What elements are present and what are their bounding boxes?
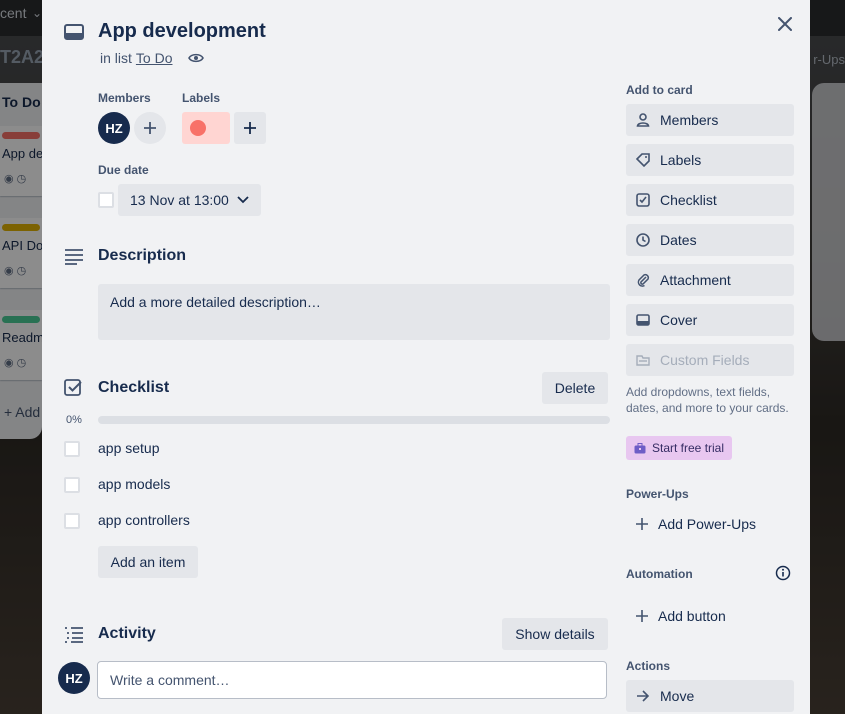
eye-icon[interactable] — [188, 52, 205, 64]
in-list-prefix: in list — [100, 50, 132, 66]
delete-checklist-button[interactable]: Delete — [542, 372, 608, 404]
add-checklist-item-button[interactable]: Add an item — [98, 546, 198, 578]
due-date-value: 13 Nov at 13:00 — [130, 192, 229, 208]
sidebar-button-label: Custom Fields — [660, 352, 750, 368]
sidebar-button-label: Attachment — [660, 272, 731, 288]
close-icon — [778, 17, 792, 31]
sidebar-button-label: Dates — [660, 232, 697, 248]
due-date-checkbox[interactable] — [98, 192, 114, 208]
list-link[interactable]: To Do — [136, 50, 173, 66]
move-button[interactable]: Move — [626, 680, 794, 712]
card-list-info: in list To Do — [100, 50, 205, 66]
sidebar-attachment-button[interactable]: Attachment — [626, 264, 794, 296]
add-power-ups-button[interactable]: Add Power-Ups — [626, 508, 794, 540]
label-chip[interactable] — [182, 112, 230, 144]
move-label: Move — [660, 688, 695, 704]
tag-icon — [636, 153, 650, 167]
sidebar-dates-button[interactable]: Dates — [626, 224, 794, 256]
card-icon — [64, 24, 84, 40]
checklist-item[interactable]: app setup — [98, 440, 160, 456]
sidebar-button-label: Cover — [660, 312, 698, 328]
sidebar-cover-button[interactable]: Cover — [626, 304, 794, 336]
sidebar-labels-button[interactable]: Labels — [626, 144, 794, 176]
checklist-item-checkbox[interactable] — [64, 477, 80, 493]
power-ups-heading: Power-Ups — [626, 487, 689, 501]
trial-label: Start free trial — [652, 441, 725, 455]
avatar[interactable]: HZ — [98, 112, 130, 144]
add-to-card-heading: Add to card — [626, 83, 693, 97]
sidebar-custom-fields-button[interactable]: Custom Fields — [626, 344, 794, 376]
arrow-right-icon — [637, 690, 650, 702]
members-label: Members — [98, 91, 151, 105]
person-icon — [636, 113, 650, 127]
avatar: HZ — [58, 662, 90, 694]
add-label-button[interactable] — [234, 112, 266, 144]
paperclip-icon — [637, 273, 650, 287]
sidebar-button-label: Members — [660, 112, 719, 128]
actions-heading: Actions — [626, 659, 671, 673]
custom-fields-icon — [636, 355, 650, 366]
add-member-button[interactable] — [134, 112, 166, 144]
plus-icon — [636, 518, 648, 530]
description-input[interactable]: Add a more detailed description… — [98, 284, 610, 340]
checklist-progress-bar — [98, 416, 610, 424]
comment-input[interactable]: Write a comment… — [97, 661, 607, 699]
checklist-item-checkbox[interactable] — [64, 441, 80, 457]
checklist-icon — [64, 379, 82, 396]
activity-icon — [65, 627, 83, 643]
description-title: Description — [98, 247, 187, 264]
checklist-item-checkbox[interactable] — [64, 513, 80, 529]
card-detail-modal: App development in list To Do Members HZ… — [42, 0, 810, 714]
due-date-label: Due date — [98, 163, 149, 177]
label-color-dot — [190, 120, 206, 136]
sidebar-button-label: Labels — [660, 152, 702, 168]
card-title[interactable]: App development — [98, 20, 266, 43]
due-date-button[interactable]: 13 Nov at 13:00 — [118, 184, 261, 216]
add-automation-button[interactable]: Add button — [626, 600, 794, 632]
show-details-button[interactable]: Show details — [502, 618, 608, 650]
checklist-item[interactable]: app models — [98, 476, 170, 492]
chevron-down-icon — [237, 196, 249, 204]
checklist-item[interactable]: app controllers — [98, 512, 190, 528]
activity-title: Activity — [98, 625, 156, 642]
cover-icon — [636, 314, 650, 326]
sidebar-members-button[interactable]: Members — [626, 104, 794, 136]
info-icon[interactable] — [775, 565, 791, 581]
checklist-icon — [636, 193, 650, 207]
custom-fields-note: Add dropdowns, text fields, dates, and m… — [626, 385, 789, 415]
labels-label: Labels — [182, 91, 221, 105]
plus-icon — [144, 122, 156, 134]
automation-heading: Automation — [626, 567, 693, 581]
start-free-trial-button[interactable]: Start free trial — [626, 436, 733, 460]
description-icon — [65, 249, 83, 265]
sidebar-button-label: Checklist — [660, 192, 717, 208]
checklist-title: Checklist — [98, 379, 170, 396]
clock-icon — [636, 233, 650, 247]
plus-icon — [244, 122, 256, 134]
briefcase-icon — [634, 442, 646, 453]
checklist-progress-text: 0% — [66, 414, 82, 426]
close-button[interactable] — [773, 12, 797, 36]
sidebar-checklist-button[interactable]: Checklist — [626, 184, 794, 216]
add-button-label: Add button — [658, 608, 726, 624]
plus-icon — [636, 610, 648, 622]
add-power-ups-label: Add Power-Ups — [658, 516, 757, 532]
